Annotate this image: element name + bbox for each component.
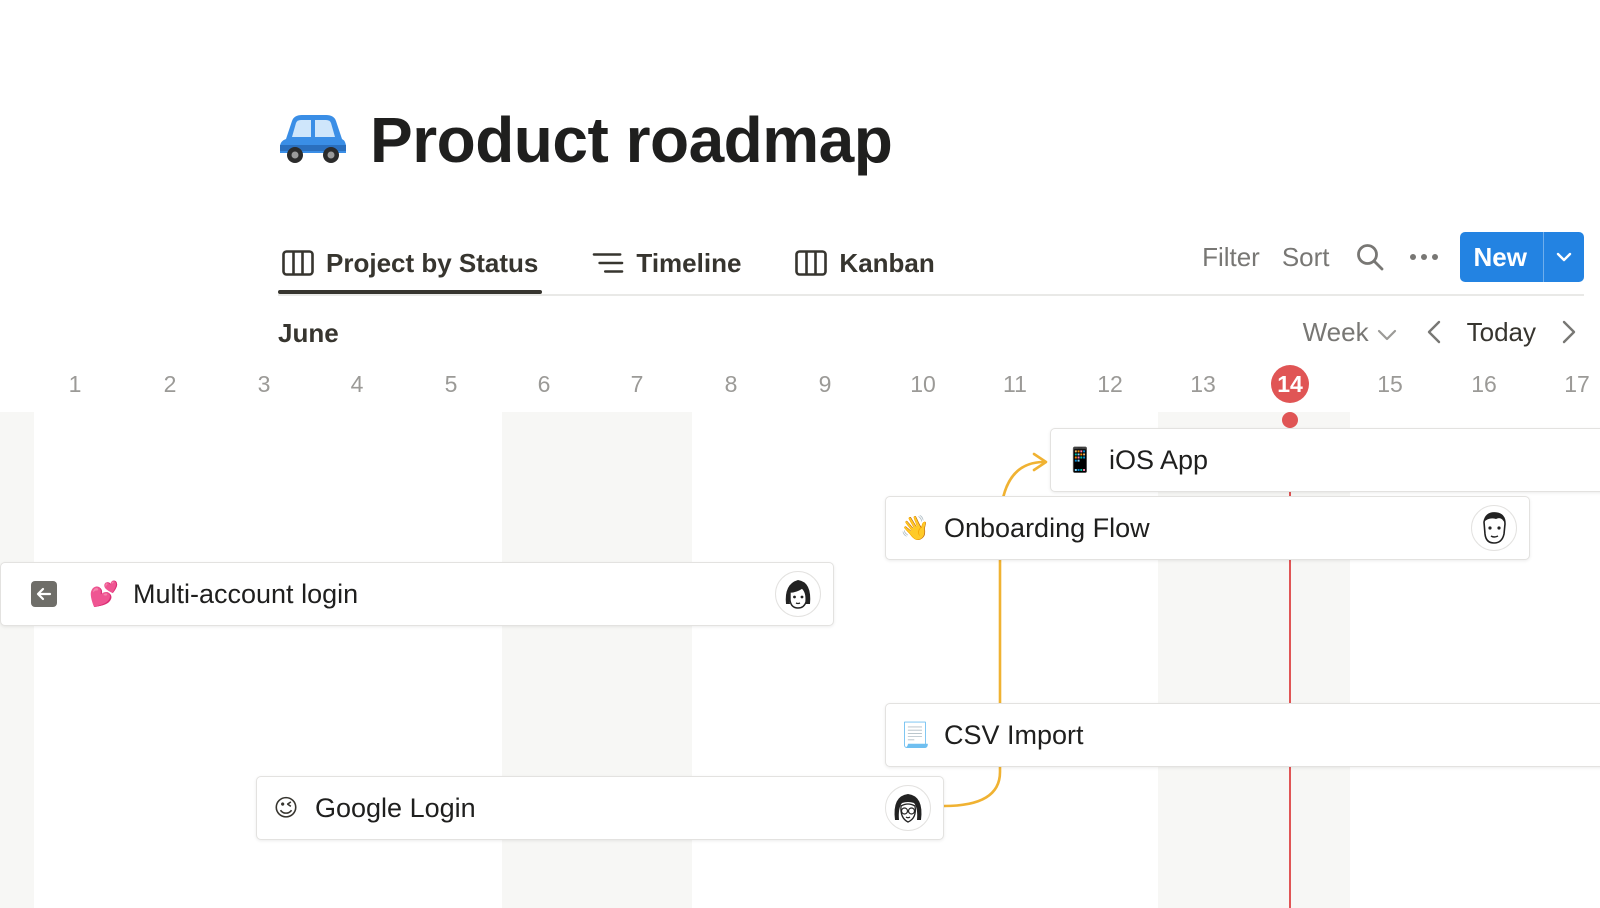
month-label: June: [278, 318, 339, 348]
search-icon[interactable]: [1352, 239, 1388, 275]
day-label: 16: [1471, 371, 1497, 397]
avatar[interactable]: [775, 571, 821, 617]
chevron-down-icon: [1369, 317, 1397, 348]
timeline-icon: [592, 250, 624, 276]
day-label: 7: [630, 371, 644, 397]
scale-label: Week: [1302, 316, 1369, 347]
avatar[interactable]: [1471, 505, 1517, 551]
day-header: 1 2 3 4 5 6 7 8 9 10 11 12 13 14 15 16 1…: [0, 364, 1600, 404]
current-day-marker[interactable]: 14: [1271, 365, 1309, 403]
item-title: CSV Import: [944, 719, 1084, 750]
day-label: 11: [1003, 371, 1027, 397]
item-title: Google Login: [315, 792, 476, 823]
tab-label: Kanban: [839, 247, 935, 278]
tab-project-by-status[interactable]: Project by Status: [278, 232, 543, 294]
tab-label: Timeline: [636, 247, 742, 278]
filter-button[interactable]: Filter: [1202, 242, 1260, 273]
today-line-dot: [1282, 412, 1298, 428]
arrow-left-icon[interactable]: [31, 581, 57, 607]
board-icon: [282, 250, 314, 276]
timeline-item-multi-account-login[interactable]: 💕 Multi-account login: [0, 562, 834, 626]
day-label: 5: [444, 371, 458, 397]
item-title: iOS App: [1109, 444, 1209, 475]
day-label: 17: [1564, 371, 1590, 397]
weekend-column: [0, 412, 34, 908]
tabs-divider: [278, 294, 1584, 296]
avatar[interactable]: [885, 785, 931, 831]
phone-icon: 📱: [1065, 446, 1095, 474]
winking-face-icon: 😉: [273, 794, 299, 822]
item-title: Onboarding Flow: [944, 512, 1150, 543]
tab-kanban[interactable]: Kanban: [791, 232, 938, 294]
new-button[interactable]: New: [1460, 232, 1544, 282]
page-title: Product roadmap: [370, 104, 893, 176]
board-icon: [795, 250, 828, 276]
more-icon[interactable]: [1406, 239, 1442, 275]
day-label: 3: [257, 371, 271, 397]
timeline-item-csv-import[interactable]: 📃 CSV Import: [885, 703, 1600, 767]
day-label: 12: [1097, 371, 1123, 397]
timeline-controls: Week Today: [1303, 310, 1584, 354]
timeline-item-ios-app[interactable]: 📱 iOS App: [1050, 428, 1600, 492]
tab-label: Project by Status: [326, 247, 539, 278]
day-label: 10: [910, 371, 936, 397]
view-tabs: Project by Status Timeline Kanban: [278, 232, 985, 294]
item-title: Multi-account login: [133, 578, 359, 609]
scale-select[interactable]: Week: [1303, 317, 1397, 348]
chevron-left-icon[interactable]: [1419, 314, 1449, 350]
view-toolbar: Filter Sort New: [1202, 232, 1584, 282]
timeline-item-google-login[interactable]: 😉 Google Login: [256, 776, 944, 840]
day-label: 6: [537, 371, 551, 397]
hearts-icon: 💕: [89, 580, 119, 608]
today-button[interactable]: Today: [1467, 317, 1536, 348]
page-header: Product roadmap: [278, 100, 893, 180]
waving-hand-icon: 👋: [900, 514, 930, 542]
sort-button[interactable]: Sort: [1282, 242, 1330, 273]
day-label: 13: [1190, 371, 1216, 397]
day-label: 4: [350, 371, 364, 397]
day-label: 8: [724, 371, 738, 397]
day-label: 1: [68, 371, 82, 397]
timeline-item-onboarding-flow[interactable]: 👋 Onboarding Flow: [885, 496, 1530, 560]
day-label: 15: [1377, 371, 1403, 397]
document-icon: 📃: [900, 721, 930, 749]
car-icon[interactable]: [278, 105, 348, 176]
new-button-group: New: [1459, 232, 1584, 282]
chevron-right-icon[interactable]: [1554, 314, 1584, 350]
tab-timeline[interactable]: Timeline: [588, 232, 745, 294]
chevron-down-icon[interactable]: [1544, 232, 1584, 282]
day-label: 2: [163, 371, 177, 397]
day-label: 9: [818, 371, 832, 397]
